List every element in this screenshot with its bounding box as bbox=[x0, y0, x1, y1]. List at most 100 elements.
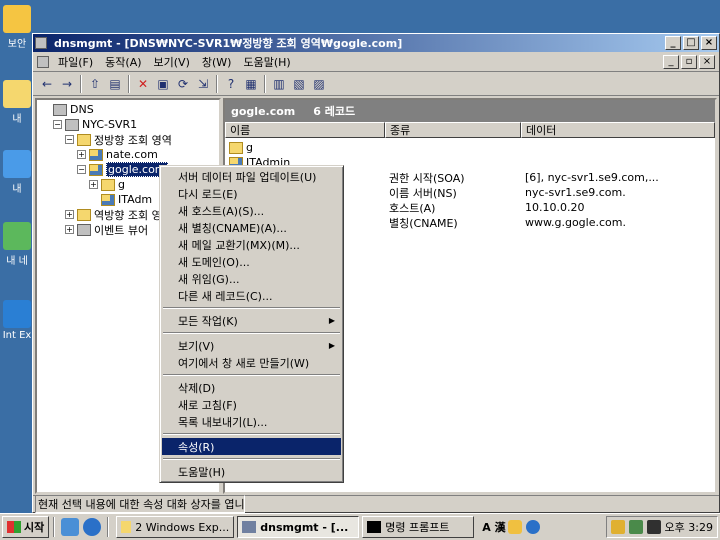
record-name: g bbox=[246, 141, 253, 154]
up-folder-icon[interactable]: ⇧ bbox=[85, 75, 105, 93]
console-icon[interactable]: ▦ bbox=[241, 75, 261, 93]
column-name[interactable]: 이름 bbox=[225, 122, 385, 138]
context-menu-item[interactable]: 여기에서 창 새로 만들기(W) bbox=[162, 354, 341, 371]
clock[interactable]: 오후 3:29 bbox=[665, 519, 713, 535]
start-button[interactable]: 시작 bbox=[2, 516, 50, 538]
properties-icon[interactable]: ▣ bbox=[153, 75, 173, 93]
minimize-button[interactable]: _ bbox=[665, 36, 681, 50]
record-row[interactable]: g bbox=[225, 140, 701, 155]
help-icon[interactable]: ? bbox=[221, 75, 241, 93]
expand-icon[interactable]: + bbox=[77, 150, 86, 159]
tree-node[interactable]: − NYC-SVR1 bbox=[53, 117, 137, 132]
console-tray-icon[interactable] bbox=[646, 520, 661, 534]
context-menu-item-label: 서버 데이터 파일 업데이트(U) bbox=[178, 170, 317, 184]
context-menu-item[interactable]: 새 메일 교환기(MX)(M)... bbox=[162, 236, 341, 253]
zone-icon[interactable]: ▨ bbox=[309, 75, 329, 93]
context-menu-item[interactable]: 목록 내보내기(L)... bbox=[162, 413, 341, 430]
context-menu-item[interactable]: 보기(V) ▶ bbox=[162, 337, 341, 354]
title-bar[interactable]: dnsmgmt - [DNS₩NYC-SVR1₩정방향 조회 영역₩gogle.… bbox=[33, 34, 719, 52]
context-menu-item[interactable]: 삭제(D) bbox=[162, 379, 341, 396]
context-menu-item[interactable]: 다른 새 레코드(C)... bbox=[162, 287, 341, 304]
tree-node[interactable]: + 역방향 조회 영 bbox=[65, 207, 162, 222]
context-menu-separator bbox=[163, 433, 340, 435]
desktop-icon[interactable]: 내 bbox=[0, 150, 34, 195]
maximize-button[interactable]: □ bbox=[683, 36, 699, 50]
menu-action[interactable]: 동작(A) bbox=[99, 52, 147, 72]
tree-node[interactable]: + nate.com bbox=[77, 147, 158, 162]
tree-node-label: 이벤트 뷰어 bbox=[94, 223, 149, 237]
context-menu-item[interactable]: 다시 로드(E) bbox=[162, 185, 341, 202]
ie-browser-icon[interactable] bbox=[83, 518, 102, 536]
dnsmgmt-icon bbox=[242, 521, 257, 533]
show-tree-icon[interactable]: ▤ bbox=[105, 75, 125, 93]
records-icon[interactable]: ▧ bbox=[289, 75, 309, 93]
taskbar-task-button[interactable]: dnsmgmt - [... bbox=[237, 516, 360, 538]
tree-node[interactable]: + g bbox=[89, 177, 125, 192]
tree-node-label: 역방향 조회 영 bbox=[94, 208, 162, 222]
context-menu-item[interactable]: 도움말(H) bbox=[162, 463, 341, 480]
menu-file[interactable]: 파일(F) bbox=[52, 52, 99, 72]
help-icon[interactable] bbox=[525, 520, 540, 534]
menu-help[interactable]: 도움말(H) bbox=[237, 52, 296, 72]
context-menu-item[interactable]: 새로 고침(F) bbox=[162, 396, 341, 413]
collapse-icon[interactable]: − bbox=[65, 135, 74, 144]
context-menu-item[interactable]: 서버 데이터 파일 업데이트(U) bbox=[162, 168, 341, 185]
expand-icon[interactable]: + bbox=[65, 210, 74, 219]
console-icon[interactable] bbox=[37, 55, 49, 68]
record-count: 6 레코드 bbox=[313, 105, 356, 118]
tree-node-label: 정방향 조회 영역 bbox=[94, 133, 172, 147]
ie-quicklaunch-icon[interactable] bbox=[61, 518, 80, 536]
desktop-icon[interactable]: 내 bbox=[0, 80, 34, 125]
tree-node[interactable]: ITAdm bbox=[89, 192, 152, 207]
refresh-icon[interactable]: ⟳ bbox=[173, 75, 193, 93]
forward-icon[interactable]: → bbox=[57, 75, 77, 93]
taskbar-task-button[interactable]: 2 Windows Exp... bbox=[116, 516, 235, 538]
collapse-icon[interactable]: − bbox=[77, 165, 86, 174]
tree-node-label: nate.com bbox=[106, 148, 158, 161]
desktop-icon[interactable]: Int Ex bbox=[0, 300, 34, 341]
tree-node[interactable]: − 정방향 조회 영역 bbox=[65, 132, 172, 147]
submenu-arrow-icon: ▶ bbox=[328, 316, 335, 325]
security-shield-icon[interactable] bbox=[610, 520, 625, 534]
mdi-minimize-button[interactable]: _ bbox=[663, 54, 679, 69]
record-data: [6], nyc-svr1.se9.com,... bbox=[525, 171, 659, 184]
ime-tool-icon[interactable] bbox=[507, 520, 522, 534]
close-button[interactable]: × bbox=[701, 36, 717, 50]
context-menu-item[interactable]: 새 위임(G)... bbox=[162, 270, 341, 287]
menu-window[interactable]: 창(W) bbox=[196, 52, 238, 72]
tree-node-label: DNS bbox=[70, 103, 94, 116]
taskbar-task-button[interactable]: 명령 프롬프트 bbox=[362, 516, 475, 538]
ime-indicator[interactable]: A 漢 bbox=[482, 519, 505, 535]
expand-icon[interactable]: + bbox=[65, 225, 74, 234]
back-icon[interactable]: ← bbox=[37, 75, 57, 93]
tree-node[interactable]: − gogle.com bbox=[77, 162, 168, 177]
context-menu-item[interactable]: 새 별칭(CNAME)(A)... bbox=[162, 219, 341, 236]
context-menu-item[interactable]: 새 호스트(A)(S)... bbox=[162, 202, 341, 219]
context-menu-item[interactable]: 새 도메인(O)... bbox=[162, 253, 341, 270]
column-data[interactable]: 데이터 bbox=[521, 122, 715, 138]
menu-view[interactable]: 보기(V) bbox=[148, 52, 196, 72]
delete-icon[interactable]: ✕ bbox=[133, 75, 153, 93]
tree-node[interactable]: + 이벤트 뷰어 bbox=[65, 222, 148, 237]
export-icon[interactable]: ⇲ bbox=[193, 75, 213, 93]
server-icon[interactable]: ▥ bbox=[269, 75, 289, 93]
network-icon[interactable] bbox=[628, 520, 643, 534]
context-menu-separator bbox=[163, 332, 340, 334]
desktop-icon[interactable]: 보안 bbox=[0, 5, 34, 50]
toolbar-separator bbox=[80, 74, 82, 93]
tree-node[interactable]: DNS bbox=[41, 102, 94, 117]
mdi-restore-button[interactable]: ▫ bbox=[681, 54, 697, 69]
taskbar-task-label: 2 Windows Exp... bbox=[135, 520, 230, 534]
collapse-icon[interactable]: − bbox=[53, 120, 62, 129]
desktop-icon[interactable]: 내 네 bbox=[0, 222, 34, 267]
context-menu-item-label: 도움말(H) bbox=[178, 465, 226, 479]
context-menu-item-label: 모든 작업(K) bbox=[178, 314, 238, 328]
zone-icon bbox=[89, 163, 103, 176]
folder-icon bbox=[121, 521, 132, 533]
record-data: nyc-svr1.se9.com. bbox=[525, 186, 626, 199]
context-menu-item[interactable]: 속성(R) bbox=[162, 438, 341, 455]
expand-icon[interactable]: + bbox=[89, 180, 98, 189]
column-type[interactable]: 종류 bbox=[385, 122, 521, 138]
mdi-close-button[interactable]: × bbox=[699, 54, 715, 69]
context-menu-item[interactable]: 모든 작업(K) ▶ bbox=[162, 312, 341, 329]
